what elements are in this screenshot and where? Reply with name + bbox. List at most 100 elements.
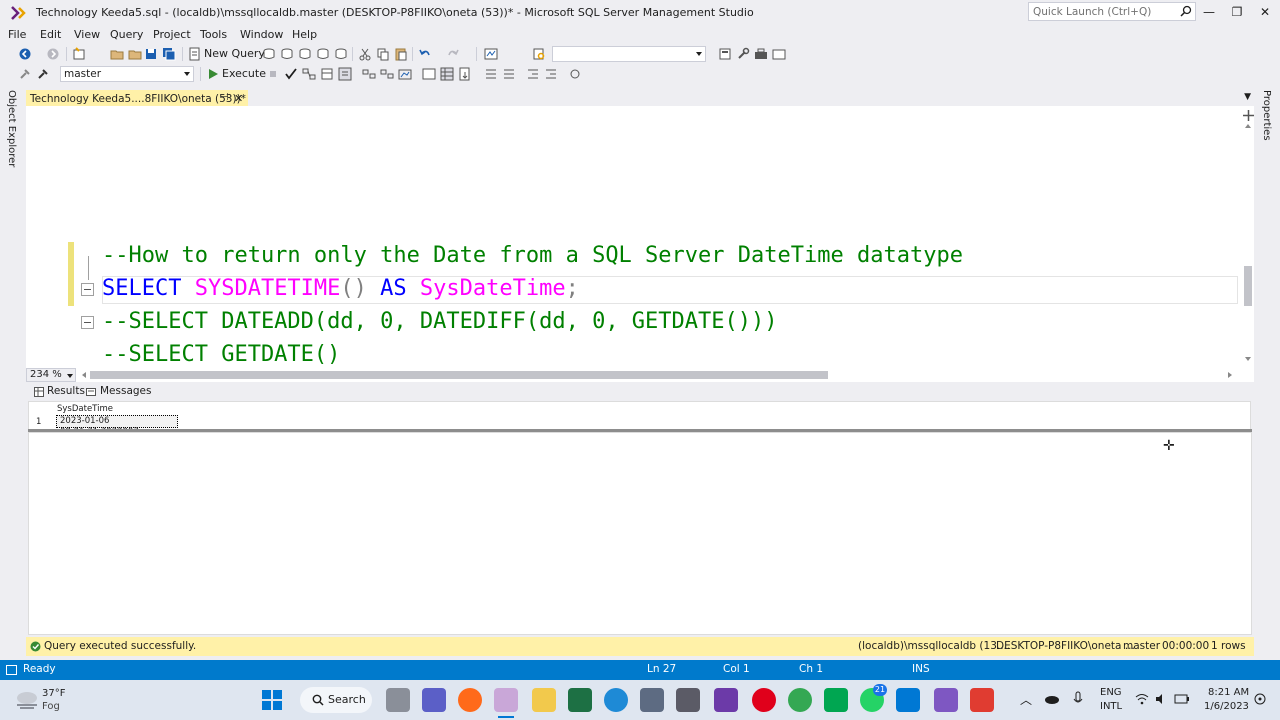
live-query-stats-icon[interactable] [398,67,412,81]
clock-date[interactable]: 1/6/2023 [1204,701,1249,712]
uncomment-lines-icon[interactable] [502,67,516,81]
vscode-icon[interactable] [896,688,920,712]
object-explorer-tab[interactable]: Object Explorer [6,90,17,167]
volume-icon[interactable] [1155,693,1167,705]
increase-indent-icon[interactable] [544,67,558,81]
snipping-tool-icon[interactable] [676,688,700,712]
cut-icon[interactable] [358,47,372,61]
row-number[interactable]: 1 [36,417,41,427]
file-explorer-icon[interactable] [532,688,556,712]
toolbox-icon[interactable] [754,47,768,61]
back-icon[interactable] [18,47,32,61]
tab-results[interactable]: Results [47,385,85,397]
wifi-icon[interactable] [1135,693,1149,705]
zoom-select[interactable]: 234 % [26,368,76,382]
cancel-execution-icon[interactable] [266,67,280,81]
microphone-icon[interactable] [1073,691,1083,707]
notepad-plus-plus-icon[interactable] [568,688,592,712]
teams-chat-icon[interactable] [422,688,446,712]
undo-icon[interactable] [418,47,432,61]
notifications-icon[interactable] [1254,693,1266,705]
postman-icon[interactable] [458,688,482,712]
split-editor-icon[interactable] [1243,110,1254,121]
results-to-grid-icon[interactable] [440,67,454,81]
taskbar-search-button[interactable]: Search [300,687,372,713]
quick-launch-input[interactable]: Quick Launch (Ctrl+Q) [1028,2,1196,21]
vertical-scroll-thumb[interactable] [1244,266,1252,306]
task-view-icon[interactable] [386,688,410,712]
editor-vertical-scrollbar[interactable] [1242,106,1254,368]
query-editor[interactable]: --How to return only the Date from a SQL… [26,106,1254,368]
new-query-icon[interactable] [188,47,202,61]
minimize-button[interactable]: — [1198,4,1220,20]
column-header[interactable]: SysDateTime [57,404,113,414]
ssms-taskbar-icon[interactable] [494,688,518,712]
chrome-browser-icon[interactable] [788,688,812,712]
redo-icon[interactable] [446,47,460,61]
database-engine-query-icon[interactable] [262,47,276,61]
save-icon[interactable] [144,47,158,61]
solution-configuration-select[interactable] [552,46,706,62]
weather-fog-icon[interactable] [14,688,40,710]
menu-project[interactable]: Project [153,28,191,41]
windows-start-icon[interactable] [262,690,282,710]
new-query-button[interactable]: New Query [204,47,265,60]
menu-tools[interactable]: Tools [200,28,227,41]
scroll-left-arrow-icon[interactable] [82,372,86,378]
edge-browser-icon[interactable] [604,688,628,712]
client-statistics-icon[interactable] [422,67,436,81]
window-layout-icon[interactable] [772,47,786,61]
results-grid[interactable]: SysDateTime 1 2023-01-06 08:21:31.302200… [28,401,1251,437]
collapse-region-icon[interactable] [81,316,94,329]
open-file-icon[interactable] [110,47,124,61]
find-in-files-icon[interactable] [532,47,546,61]
tab-messages[interactable]: Messages [100,385,152,397]
display-estimated-plan-icon[interactable] [302,67,316,81]
onedrive-cloud-icon[interactable] [1044,694,1060,704]
maximize-button[interactable]: ❐ [1226,4,1248,20]
xmla-query-icon[interactable] [334,47,348,61]
results-to-file-icon[interactable] [458,67,472,81]
copy-icon[interactable] [376,47,390,61]
intellisense-icon[interactable] [362,67,376,81]
menu-file[interactable]: File [8,28,26,41]
registered-servers-icon[interactable] [718,47,732,61]
open-folder-icon[interactable] [128,47,142,61]
connect-icon[interactable] [18,67,32,81]
change-connection-icon[interactable] [36,67,50,81]
opera-browser-icon[interactable] [752,688,776,712]
forward-icon[interactable] [46,47,60,61]
execute-button[interactable]: Execute [222,67,266,80]
mdx-query-icon[interactable] [298,47,312,61]
scroll-up-arrow-icon[interactable] [1245,124,1251,128]
paste-icon[interactable] [394,47,408,61]
language-indicator[interactable]: ENG [1100,687,1122,698]
tools-icon[interactable] [736,47,750,61]
scroll-down-arrow-icon[interactable] [1245,357,1251,361]
visual-studio-preview-icon[interactable] [934,688,958,712]
menu-edit[interactable]: Edit [40,28,61,41]
properties-tab[interactable]: Properties [1261,90,1272,141]
battery-icon[interactable] [1174,693,1190,705]
query-options-icon[interactable] [338,67,352,81]
menu-window[interactable]: Window [240,28,283,41]
menu-query[interactable]: Query [110,28,143,41]
collapse-region-icon[interactable] [81,283,94,296]
visual-studio-icon[interactable] [714,688,738,712]
calculator-icon[interactable] [640,688,664,712]
tab-overflow-chevron-icon[interactable]: ▼ [1244,92,1251,102]
menu-view[interactable]: View [74,28,100,41]
scroll-right-arrow-icon[interactable] [1228,372,1232,378]
execute-icon[interactable] [206,67,220,81]
save-all-icon[interactable] [162,47,176,61]
table-cell[interactable]: 2023-01-06 08:21:31.3022007 [56,415,178,437]
close-window-button[interactable]: ✕ [1254,4,1276,20]
clock-time[interactable]: 8:21 AM [1208,687,1249,698]
specify-template-values-icon[interactable] [568,67,582,81]
comment-lines-icon[interactable] [484,67,498,81]
activity-monitor-icon[interactable] [484,47,498,61]
new-project-icon[interactable] [72,47,86,61]
parse-checkmark-icon[interactable] [284,67,298,81]
show-hidden-icons-chevron-icon[interactable]: ︿ [1020,691,1032,708]
close-tab-icon[interactable]: ✕ [234,92,243,105]
